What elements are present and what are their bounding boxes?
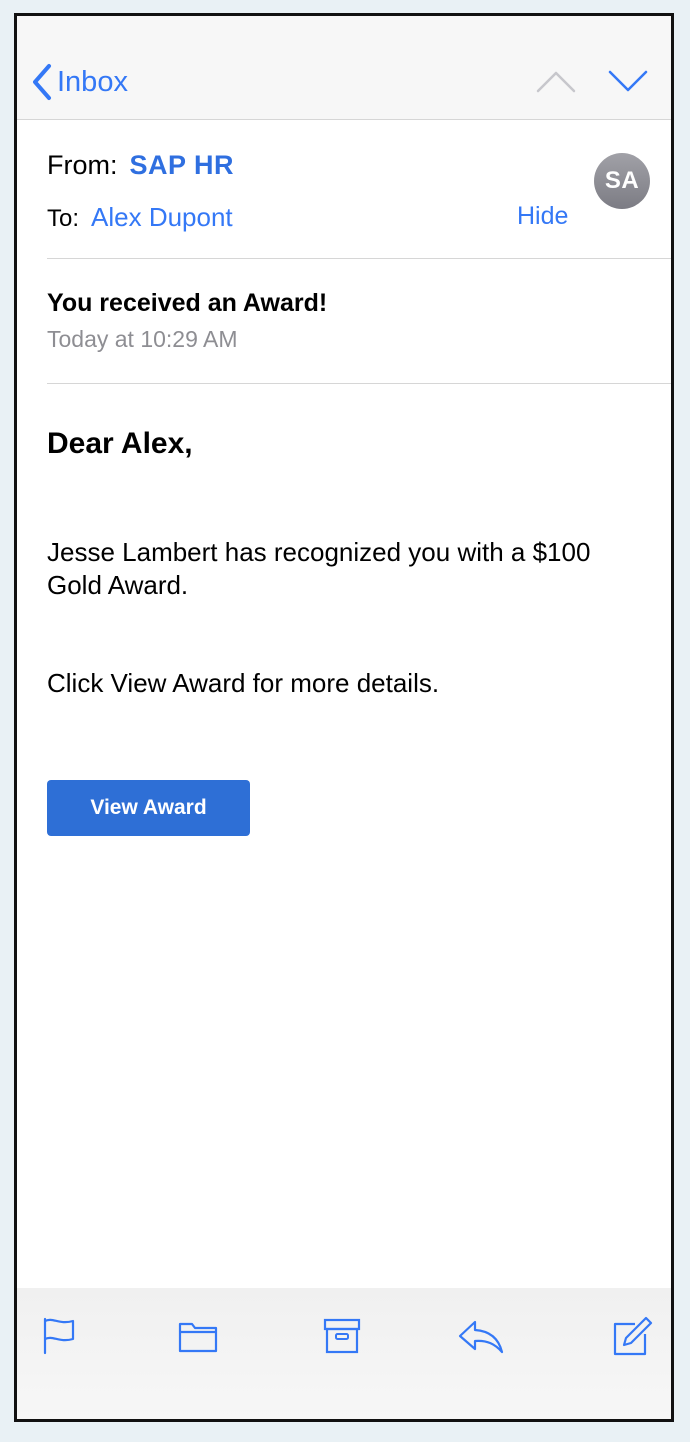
body-paragraph-award: Jesse Lambert has recognized you with a … [47,537,591,600]
navigation-bar: Inbox [17,16,671,120]
reply-icon[interactable] [457,1316,505,1356]
flag-icon[interactable] [41,1316,77,1356]
from-label: From: [47,150,118,180]
avatar-initials: SA [604,167,640,194]
to-row: To: Alex Dupont [47,202,233,233]
chevron-down-icon[interactable] [607,68,649,99]
bottom-toolbar [17,1288,671,1419]
greeting: Dear Alex, [47,427,193,460]
chevron-left-icon [31,63,53,101]
back-label: Inbox [57,66,128,98]
chevron-up-icon[interactable] [535,70,577,99]
view-award-button[interactable]: View Award [47,780,250,836]
to-label: To: [47,205,80,232]
message-subject: You received an Award! [47,289,328,317]
subject-block: You received an Award! Today at 10:29 AM [47,259,671,384]
archive-icon[interactable] [322,1316,362,1356]
hide-details-link[interactable]: Hide [517,202,568,231]
from-row: From: SAP HR [47,150,234,181]
recipient-name[interactable]: Alex Dupont [91,202,233,233]
mail-screen: Inbox From: SAP HR To: Alex Dupont Hide … [14,13,674,1422]
sender-avatar[interactable]: SA [594,153,650,209]
sender-name[interactable]: SAP HR [130,150,235,181]
back-to-inbox-button[interactable]: Inbox [31,63,128,101]
folder-icon[interactable] [177,1316,219,1356]
body-paragraph-instructions: Click View Award for more details. [47,668,440,698]
message-header: From: SAP HR To: Alex Dupont Hide SA [47,120,671,259]
compose-icon[interactable] [609,1316,653,1358]
message-date: Today at 10:29 AM [47,326,238,352]
